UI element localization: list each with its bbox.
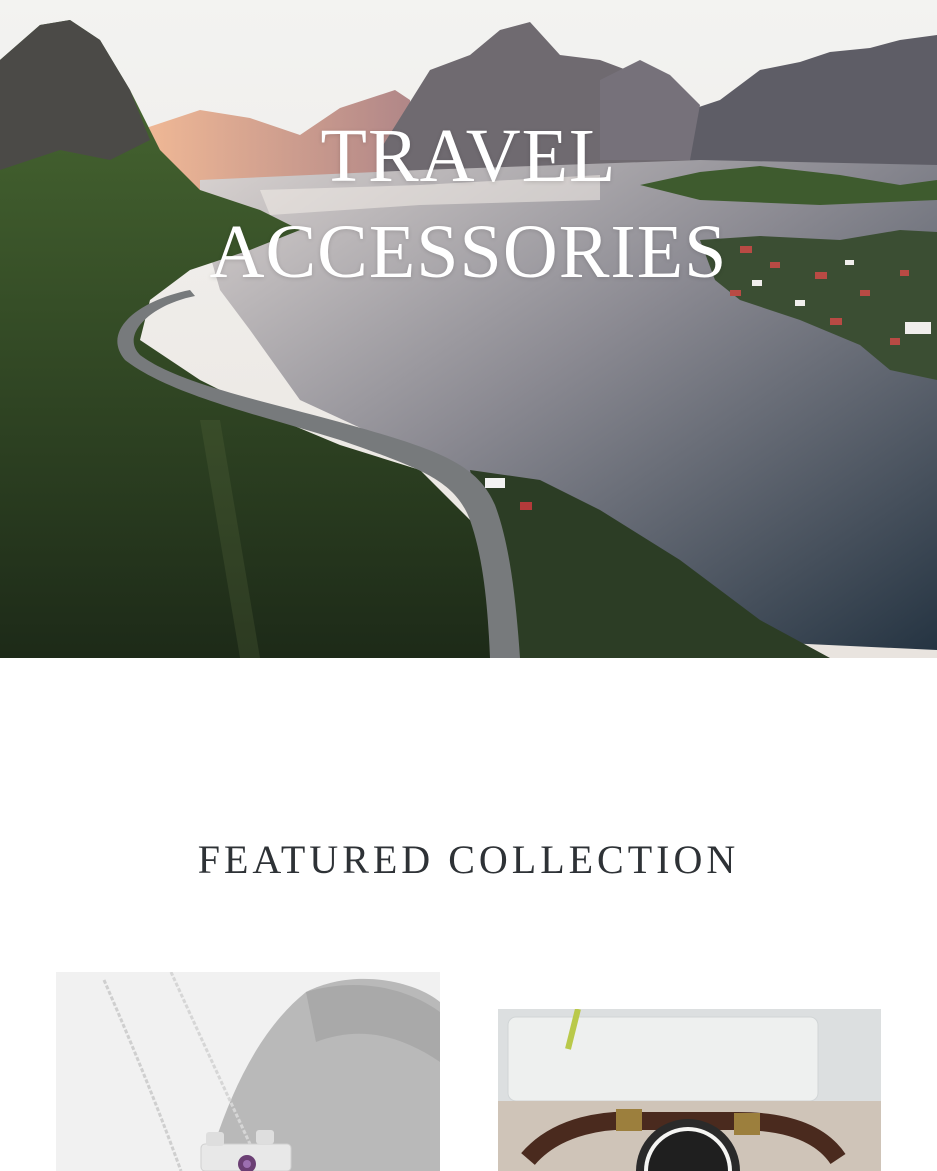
product-card-necklace[interactable] [56,972,440,1171]
hero-title-line1: TRAVEL [320,114,617,198]
product-image-necklace [56,972,440,1171]
hero-landscape-image [0,0,937,658]
product-image-watch [498,1009,881,1171]
featured-collection-heading: FEATURED COLLECTION [197,837,740,882]
hero-banner[interactable]: TRAVEL ACCESSORIES [0,0,937,658]
hero-title: TRAVEL ACCESSORIES [0,108,937,300]
product-card-watch[interactable] [498,1009,881,1171]
hero-title-line2: ACCESSORIES [209,210,728,294]
